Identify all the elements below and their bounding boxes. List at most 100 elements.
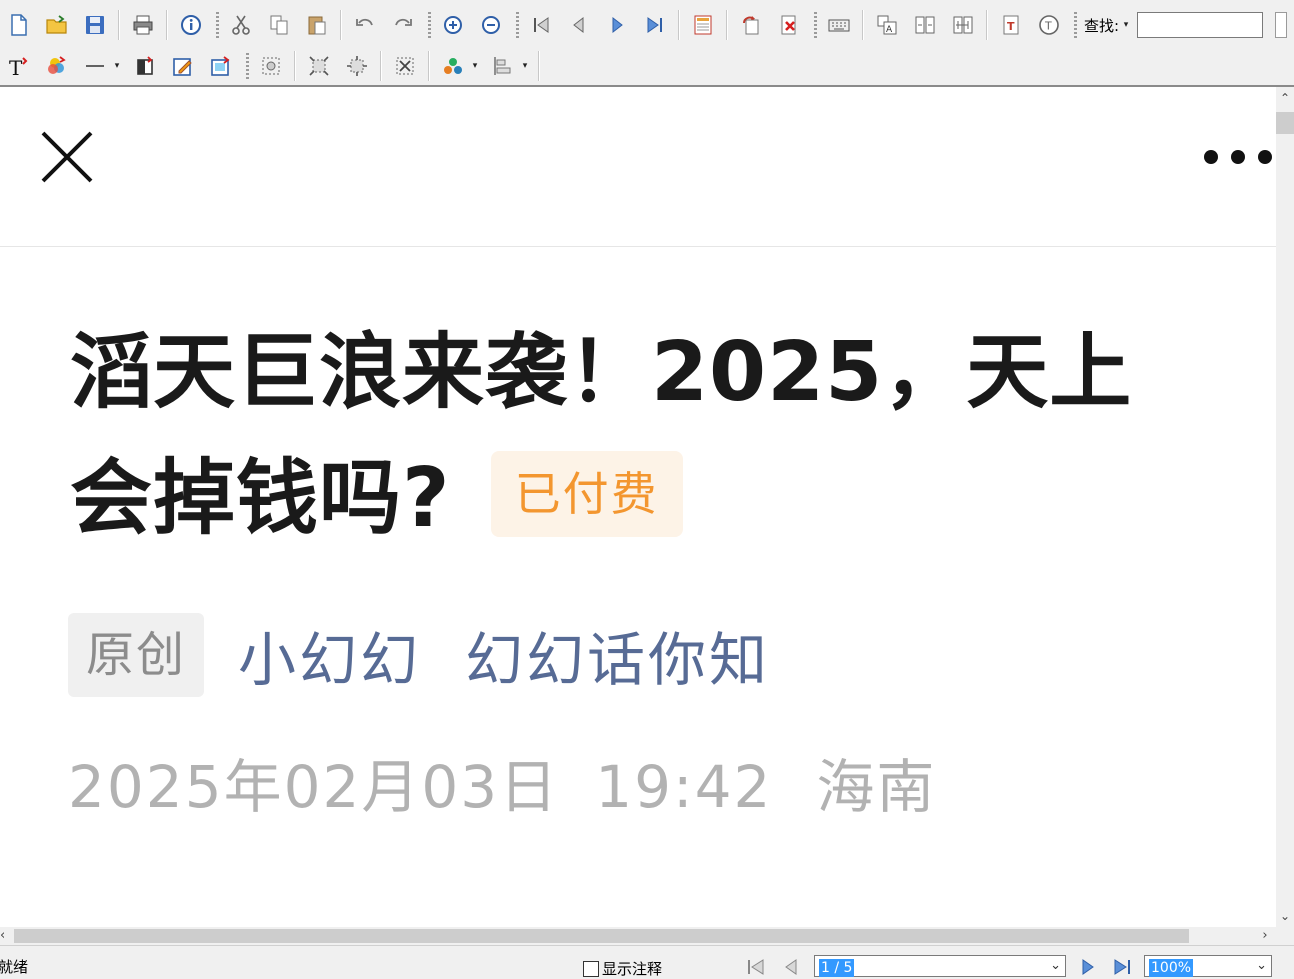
shapes-button[interactable]	[438, 51, 468, 81]
undo-button[interactable]	[350, 10, 380, 40]
horizontal-scroll-thumb[interactable]	[14, 929, 1189, 943]
cut-button[interactable]	[226, 10, 256, 40]
more-dot	[1231, 150, 1245, 164]
more-options-icon[interactable]	[1204, 150, 1272, 164]
toolbar-grip[interactable]	[814, 12, 817, 38]
color-tool-button[interactable]	[42, 51, 72, 81]
copy-button[interactable]	[264, 10, 294, 40]
status-first-page-icon[interactable]	[745, 957, 767, 977]
toolbar-separator	[538, 51, 540, 81]
select-region-button[interactable]	[256, 51, 286, 81]
crop-tool-icon	[396, 57, 414, 75]
scroll-up-arrow-icon[interactable]: ⌃	[1276, 89, 1294, 107]
keyboard-button[interactable]	[824, 10, 854, 40]
show-notes-checkbox[interactable]	[583, 960, 599, 977]
rotate-page-button[interactable]	[736, 10, 766, 40]
edit-annotation-button[interactable]	[168, 51, 198, 81]
zoom-in-icon	[444, 16, 462, 34]
new-file-button[interactable]	[4, 10, 34, 40]
align-button[interactable]	[488, 51, 518, 81]
page-number-field[interactable]: 1 / 5 ⌄	[814, 955, 1066, 977]
keyboard-icon	[828, 19, 850, 32]
horizontal-scrollbar[interactable]: ‹ ›	[0, 927, 1276, 945]
toolbar-grip[interactable]	[428, 12, 431, 38]
open-file-button[interactable]	[42, 10, 72, 40]
fit-page-button[interactable]	[304, 51, 334, 81]
scroll-left-arrow-icon[interactable]: ‹	[0, 927, 12, 945]
toolbar-grip[interactable]	[216, 12, 219, 38]
paste-clipboard-icon	[308, 16, 326, 35]
document-viewport[interactable]: 滔天巨浪来袭！2025，天上会掉钱吗? 已付费 原创 小幻幻 幻幻话你知 2025…	[0, 87, 1276, 927]
open-folder-icon	[46, 15, 67, 34]
status-previous-page-icon[interactable]	[780, 957, 802, 977]
eraser-button[interactable]	[130, 51, 160, 81]
compare-icon	[915, 16, 935, 34]
toolbar-grip[interactable]	[246, 53, 249, 79]
zoom-out-button[interactable]	[476, 10, 506, 40]
article-title: 滔天巨浪来袭！2025，天上会掉钱吗? 已付费	[70, 310, 1210, 562]
text-tool-button[interactable]: T	[4, 51, 34, 81]
line-style-dropdown[interactable]: ▾	[112, 51, 122, 81]
first-page-button[interactable]	[526, 10, 556, 40]
close-icon[interactable]	[40, 130, 94, 184]
delete-page-button[interactable]	[774, 10, 804, 40]
line-tool-button[interactable]	[80, 51, 110, 81]
last-page-button[interactable]	[640, 10, 670, 40]
redo-button[interactable]	[388, 10, 418, 40]
find-options-dropdown[interactable]: ▾	[1121, 10, 1131, 40]
shapes-dropdown[interactable]: ▾	[470, 51, 480, 81]
find-input[interactable]	[1137, 12, 1264, 38]
shapes-icon	[444, 58, 462, 74]
account-link[interactable]: 幻幻话你知	[465, 613, 770, 697]
split-view-button[interactable]	[948, 10, 978, 40]
chevron-down-icon[interactable]: ⌄	[1256, 958, 1267, 973]
page-number-value[interactable]: 1 / 5	[819, 959, 855, 977]
text-select-button[interactable]: A	[872, 10, 902, 40]
toolbar-grip[interactable]	[516, 12, 519, 38]
text-select-icon: A	[877, 15, 897, 35]
insert-text-icon: T	[1003, 15, 1019, 35]
publish-info: 2025年02月03日 19:42 海南	[68, 740, 936, 824]
crop-tool-button[interactable]	[390, 51, 420, 81]
publish-location: 海南	[816, 753, 937, 821]
toolbar-grip[interactable]	[1074, 12, 1077, 38]
insert-text-button[interactable]: T	[996, 10, 1026, 40]
toolbar-separator	[726, 10, 728, 40]
previous-page-button[interactable]	[564, 10, 594, 40]
chevron-down-icon[interactable]: ⌄	[1050, 958, 1061, 973]
insert-image-icon	[211, 56, 230, 76]
zoom-level-field[interactable]: 100% ⌄	[1144, 955, 1272, 977]
print-button[interactable]	[128, 10, 158, 40]
status-next-page-icon[interactable]	[1077, 957, 1099, 977]
status-bar: 就绪 显示注释 1 / 5 ⌄ 100% ⌄	[0, 945, 1294, 978]
rotate-page-icon	[743, 16, 759, 35]
compare-button[interactable]	[910, 10, 940, 40]
save-button[interactable]	[80, 10, 110, 40]
page-layout-button[interactable]	[688, 10, 718, 40]
author-link[interactable]: 小幻幻	[238, 613, 421, 697]
edit-note-icon	[173, 58, 192, 76]
zoom-in-button[interactable]	[438, 10, 468, 40]
zoom-out-icon	[482, 16, 500, 34]
scroll-right-arrow-icon[interactable]: ›	[1258, 927, 1272, 945]
publish-time: 19:42	[595, 753, 773, 821]
line-icon	[86, 65, 104, 67]
fit-width-button[interactable]	[342, 51, 372, 81]
scroll-down-arrow-icon[interactable]: ⌄	[1276, 907, 1294, 925]
properties-button[interactable]	[176, 10, 206, 40]
align-dropdown[interactable]: ▾	[520, 51, 530, 81]
more-dot	[1204, 150, 1218, 164]
toolbar-overflow-button[interactable]	[1275, 12, 1288, 38]
next-page-button[interactable]	[602, 10, 632, 40]
vertical-scrollbar[interactable]: ⌃ ⌄	[1276, 87, 1294, 927]
annotation-toolbar: T ▾ ▾ ▾	[0, 46, 1294, 86]
stamp-button[interactable]: T	[1034, 10, 1064, 40]
paste-button[interactable]	[302, 10, 332, 40]
vertical-scroll-thumb[interactable]	[1276, 112, 1294, 134]
show-notes-toggle[interactable]: 显示注释	[583, 958, 662, 979]
insert-image-button[interactable]	[206, 51, 236, 81]
zoom-level-value[interactable]: 100%	[1149, 959, 1194, 977]
article-meta: 原创 小幻幻 幻幻话你知	[68, 613, 770, 697]
status-last-page-icon[interactable]	[1111, 957, 1133, 977]
toolbar-separator	[118, 10, 120, 40]
